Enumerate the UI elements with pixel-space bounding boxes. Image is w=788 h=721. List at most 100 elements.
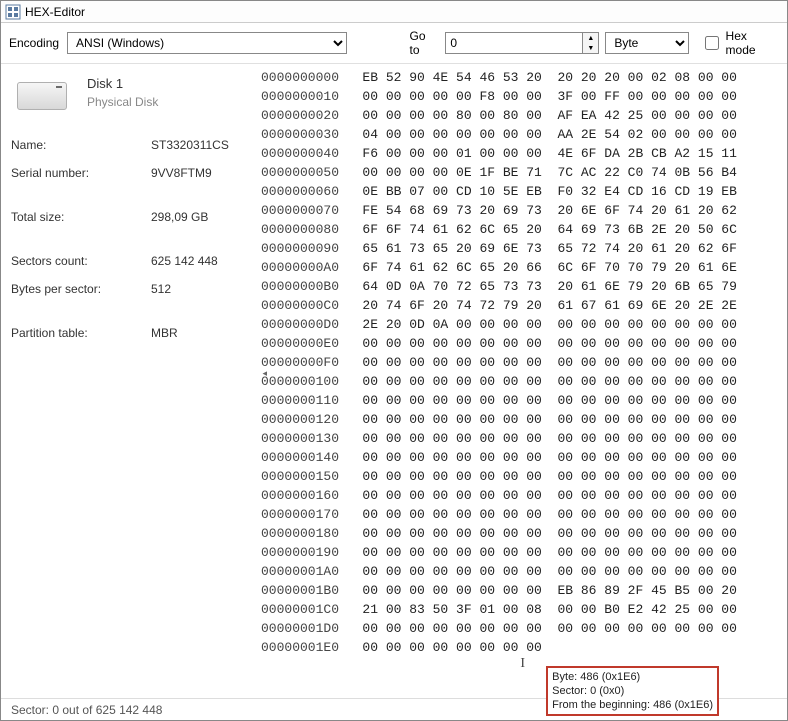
hex-row[interactable]: 00000000C0 20 74 6F 20 74 72 79 20 61 67… bbox=[261, 296, 787, 315]
hex-bytes-right[interactable]: 6C 6F 70 70 79 20 61 6E bbox=[557, 260, 736, 275]
hex-bytes-right[interactable]: 00 00 00 00 00 00 00 00 bbox=[557, 336, 736, 351]
goto-input[interactable] bbox=[445, 32, 583, 54]
hex-bytes-left[interactable]: EB 52 90 4E 54 46 53 20 bbox=[362, 70, 541, 85]
hex-bytes-left[interactable]: 00 00 00 00 00 00 00 00 bbox=[362, 374, 541, 389]
hex-bytes-left[interactable]: 65 61 73 65 20 69 6E 73 bbox=[362, 241, 541, 256]
hex-bytes-left[interactable]: 6F 6F 74 61 62 6C 65 20 bbox=[362, 222, 541, 237]
hex-row[interactable]: 0000000070 FE 54 68 69 73 20 69 73 20 6E… bbox=[261, 201, 787, 220]
hex-bytes-right[interactable]: AA 2E 54 02 00 00 00 00 bbox=[557, 127, 736, 142]
hex-mode-input[interactable] bbox=[705, 36, 718, 50]
hex-bytes-right[interactable]: F0 32 E4 CD 16 CD 19 EB bbox=[557, 184, 736, 199]
goto-spin-down[interactable]: ▼ bbox=[583, 43, 598, 53]
hex-bytes-left[interactable]: 64 0D 0A 70 72 65 73 73 bbox=[362, 279, 541, 294]
hex-bytes-right[interactable]: 61 67 61 69 6E 20 2E 2E bbox=[557, 298, 736, 313]
hex-bytes-right[interactable]: 00 00 00 00 00 00 00 00 bbox=[557, 450, 736, 465]
hex-bytes-right[interactable]: 00 00 00 00 00 00 00 00 bbox=[557, 526, 736, 541]
hex-bytes-left[interactable]: 00 00 00 00 00 00 00 00 bbox=[362, 545, 541, 560]
hex-bytes-left[interactable]: 00 00 00 00 00 00 00 00 bbox=[362, 412, 541, 427]
hex-bytes-left[interactable]: 00 00 00 00 00 F8 00 00 bbox=[362, 89, 541, 104]
hex-row[interactable]: 00000000A0 6F 74 61 62 6C 65 20 66 6C 6F… bbox=[261, 258, 787, 277]
hex-bytes-left[interactable]: 21 00 83 50 3F 01 00 08 bbox=[362, 602, 541, 617]
hex-row[interactable]: 0000000110 00 00 00 00 00 00 00 00 00 00… bbox=[261, 391, 787, 410]
hex-row[interactable]: 00000001C0 21 00 83 50 3F 01 00 08 00 00… bbox=[261, 600, 787, 619]
hex-row[interactable]: 00000001E0 00 00 00 00 00 00 00 00 bbox=[261, 638, 787, 657]
hex-bytes-right[interactable]: 64 69 73 6B 2E 20 50 6C bbox=[557, 222, 736, 237]
encoding-select[interactable]: ANSI (Windows) bbox=[67, 32, 347, 54]
hex-bytes-right[interactable]: 00 00 B0 E2 42 25 00 00 bbox=[557, 602, 736, 617]
goto-spinner[interactable]: ▲ ▼ bbox=[583, 32, 599, 54]
hex-row[interactable]: 00000001A0 00 00 00 00 00 00 00 00 00 00… bbox=[261, 562, 787, 581]
hex-row[interactable]: 00000001D0 00 00 00 00 00 00 00 00 00 00… bbox=[261, 619, 787, 638]
hex-bytes-left[interactable]: 00 00 00 00 00 00 00 00 bbox=[362, 469, 541, 484]
hex-row[interactable]: 0000000050 00 00 00 00 0E 1F BE 71 7C AC… bbox=[261, 163, 787, 182]
hex-bytes-left[interactable]: 00 00 00 00 00 00 00 00 bbox=[362, 564, 541, 579]
hex-row[interactable]: 0000000190 00 00 00 00 00 00 00 00 00 00… bbox=[261, 543, 787, 562]
hex-bytes-right[interactable]: 00 00 00 00 00 00 00 00 bbox=[557, 564, 736, 579]
hex-bytes-left[interactable]: 04 00 00 00 00 00 00 00 bbox=[362, 127, 541, 142]
hex-row[interactable]: 00000000E0 00 00 00 00 00 00 00 00 00 00… bbox=[261, 334, 787, 353]
hex-row[interactable]: 00000000F0 00 00 00 00 00 00 00 00 00 00… bbox=[261, 353, 787, 372]
hex-row[interactable]: 0000000100 00 00 00 00 00 00 00 00 00 00… bbox=[261, 372, 787, 391]
hex-row[interactable]: 0000000060 0E BB 07 00 CD 10 5E EB F0 32… bbox=[261, 182, 787, 201]
hex-bytes-left[interactable]: 00 00 00 00 80 00 80 00 bbox=[362, 108, 541, 123]
hex-bytes-left[interactable]: 00 00 00 00 00 00 00 00 bbox=[362, 431, 541, 446]
hex-bytes-right[interactable]: 20 20 20 00 02 08 00 00 bbox=[557, 70, 736, 85]
hex-bytes-right[interactable]: 00 00 00 00 00 00 00 00 bbox=[557, 545, 736, 560]
hex-bytes-left[interactable]: 0E BB 07 00 CD 10 5E EB bbox=[362, 184, 541, 199]
hex-row[interactable]: 0000000020 00 00 00 00 80 00 80 00 AF EA… bbox=[261, 106, 787, 125]
hex-row[interactable]: 00000000B0 64 0D 0A 70 72 65 73 73 20 61… bbox=[261, 277, 787, 296]
hex-mode-checkbox[interactable]: Hex mode bbox=[701, 29, 777, 57]
hex-bytes-left[interactable]: 20 74 6F 20 74 72 79 20 bbox=[362, 298, 541, 313]
hex-row[interactable]: 0000000120 00 00 00 00 00 00 00 00 00 00… bbox=[261, 410, 787, 429]
hex-row[interactable]: 0000000170 00 00 00 00 00 00 00 00 00 00… bbox=[261, 505, 787, 524]
hex-bytes-right[interactable]: AF EA 42 25 00 00 00 00 bbox=[557, 108, 736, 123]
hex-row[interactable]: 0000000130 00 00 00 00 00 00 00 00 00 00… bbox=[261, 429, 787, 448]
hex-row[interactable]: 00000001B0 00 00 00 00 00 00 00 00 EB 86… bbox=[261, 581, 787, 600]
collapse-arrow-icon[interactable]: ◂ bbox=[262, 368, 267, 379]
hex-bytes-left[interactable]: F6 00 00 00 01 00 00 00 bbox=[362, 146, 541, 161]
hex-bytes-right[interactable]: 3F 00 FF 00 00 00 00 00 bbox=[557, 89, 736, 104]
hex-row[interactable]: 0000000000 EB 52 90 4E 54 46 53 20 20 20… bbox=[261, 68, 787, 87]
hex-bytes-left[interactable]: 00 00 00 00 00 00 00 00 bbox=[362, 488, 541, 503]
hex-row[interactable]: 0000000080 6F 6F 74 61 62 6C 65 20 64 69… bbox=[261, 220, 787, 239]
hex-bytes-left[interactable]: 6F 74 61 62 6C 65 20 66 bbox=[362, 260, 541, 275]
hex-bytes-left[interactable]: 2E 20 0D 0A 00 00 00 00 bbox=[362, 317, 541, 332]
hex-bytes-left[interactable]: 00 00 00 00 0E 1F BE 71 bbox=[362, 165, 541, 180]
hex-bytes-right[interactable]: 00 00 00 00 00 00 00 00 bbox=[557, 317, 736, 332]
hex-bytes-right[interactable]: 20 61 6E 79 20 6B 65 79 bbox=[557, 279, 736, 294]
hex-bytes-right[interactable]: 00 00 00 00 00 00 00 00 bbox=[557, 355, 736, 370]
hex-bytes-right[interactable]: 20 6E 6F 74 20 61 20 62 bbox=[557, 203, 736, 218]
hex-view[interactable]: 0000000000 EB 52 90 4E 54 46 53 20 20 20… bbox=[261, 64, 787, 703]
hex-bytes-right[interactable]: 00 00 00 00 00 00 00 00 bbox=[557, 393, 736, 408]
hex-bytes-left[interactable]: 00 00 00 00 00 00 00 00 bbox=[362, 355, 541, 370]
hex-row[interactable]: 0000000150 00 00 00 00 00 00 00 00 00 00… bbox=[261, 467, 787, 486]
goto-spin-up[interactable]: ▲ bbox=[583, 33, 598, 43]
hex-bytes-left[interactable]: 00 00 00 00 00 00 00 00 bbox=[362, 507, 541, 522]
hex-bytes-left[interactable]: 00 00 00 00 00 00 00 00 bbox=[362, 336, 541, 351]
hex-bytes-right[interactable]: 00 00 00 00 00 00 00 00 bbox=[557, 469, 736, 484]
hex-bytes-left[interactable]: 00 00 00 00 00 00 00 00 bbox=[362, 393, 541, 408]
hex-row[interactable]: 0000000040 F6 00 00 00 01 00 00 00 4E 6F… bbox=[261, 144, 787, 163]
hex-bytes-right[interactable]: 00 00 00 00 00 00 00 00 bbox=[557, 621, 736, 636]
hex-row[interactable]: 0000000160 00 00 00 00 00 00 00 00 00 00… bbox=[261, 486, 787, 505]
hex-bytes-left[interactable]: 00 00 00 00 00 00 00 00 bbox=[362, 621, 541, 636]
hex-bytes-right[interactable]: 4E 6F DA 2B CB A2 15 11 bbox=[557, 146, 736, 161]
unit-select[interactable]: Byte bbox=[605, 32, 689, 54]
hex-bytes-left[interactable]: 00 00 00 00 00 00 00 00 bbox=[362, 450, 541, 465]
hex-bytes-right[interactable]: 00 00 00 00 00 00 00 00 bbox=[557, 412, 736, 427]
hex-bytes-right[interactable] bbox=[557, 640, 744, 655]
hex-bytes-right[interactable]: 00 00 00 00 00 00 00 00 bbox=[557, 488, 736, 503]
hex-bytes-left[interactable]: 00 00 00 00 00 00 00 00 bbox=[362, 640, 541, 655]
hex-bytes-right[interactable]: 7C AC 22 C0 74 0B 56 B4 bbox=[557, 165, 736, 180]
hex-row[interactable]: 0000000140 00 00 00 00 00 00 00 00 00 00… bbox=[261, 448, 787, 467]
hex-bytes-left[interactable]: FE 54 68 69 73 20 69 73 bbox=[362, 203, 541, 218]
hex-bytes-right[interactable]: 00 00 00 00 00 00 00 00 bbox=[557, 507, 736, 522]
hex-row[interactable]: 0000000010 00 00 00 00 00 F8 00 00 3F 00… bbox=[261, 87, 787, 106]
hex-bytes-right[interactable]: EB 86 89 2F 45 B5 00 20 bbox=[557, 583, 736, 598]
hex-bytes-right[interactable]: 00 00 00 00 00 00 00 00 bbox=[557, 374, 736, 389]
hex-bytes-left[interactable]: 00 00 00 00 00 00 00 00 bbox=[362, 526, 541, 541]
hex-row[interactable]: 00000000D0 2E 20 0D 0A 00 00 00 00 00 00… bbox=[261, 315, 787, 334]
hex-row[interactable]: 0000000180 00 00 00 00 00 00 00 00 00 00… bbox=[261, 524, 787, 543]
hex-row[interactable]: 0000000090 65 61 73 65 20 69 6E 73 65 72… bbox=[261, 239, 787, 258]
hex-bytes-right[interactable]: 00 00 00 00 00 00 00 00 bbox=[557, 431, 736, 446]
